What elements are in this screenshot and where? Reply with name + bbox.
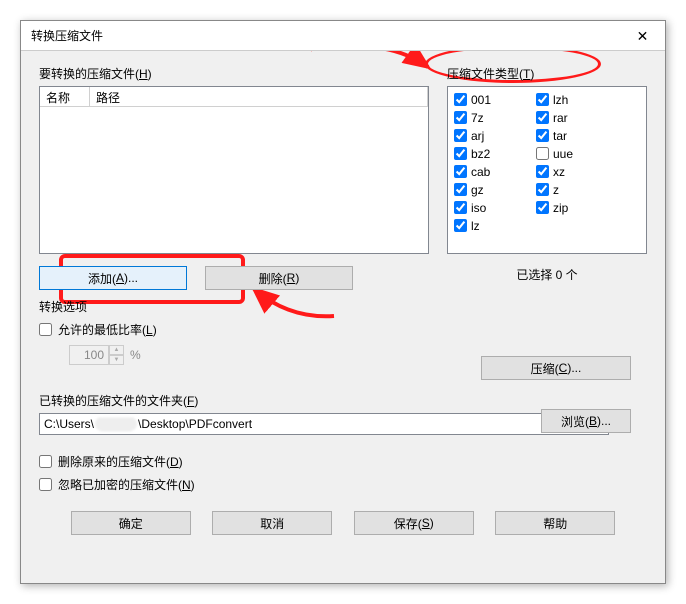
close-button[interactable]: ✕ bbox=[620, 21, 665, 51]
type-checkbox-001[interactable] bbox=[454, 93, 467, 106]
type-label: tar bbox=[553, 129, 567, 143]
type-item-iso[interactable]: iso bbox=[454, 199, 536, 216]
delete-original-checkbox[interactable] bbox=[39, 455, 52, 468]
type-item-zip[interactable]: zip bbox=[536, 199, 618, 216]
type-checkbox-zip[interactable] bbox=[536, 201, 549, 214]
col-path[interactable]: 路径 bbox=[90, 87, 428, 106]
type-label: 001 bbox=[471, 93, 491, 107]
type-checkbox-xz[interactable] bbox=[536, 165, 549, 178]
compression-button[interactable]: 压缩(C)... bbox=[481, 356, 631, 380]
save-button[interactable]: 保存(S) bbox=[354, 511, 474, 535]
type-item-arj[interactable]: arj bbox=[454, 127, 536, 144]
spinner-up[interactable]: ▲ bbox=[109, 345, 124, 355]
type-checkbox-cab[interactable] bbox=[454, 165, 467, 178]
type-label: uue bbox=[553, 147, 573, 161]
type-label: lz bbox=[471, 219, 480, 233]
browse-button[interactable]: 浏览(B)... bbox=[541, 409, 631, 433]
col-name[interactable]: 名称 bbox=[40, 87, 90, 106]
remove-button[interactable]: 删除(R) bbox=[205, 266, 353, 290]
add-button[interactable]: 添加(A)... bbox=[39, 266, 187, 290]
close-icon: ✕ bbox=[637, 28, 649, 45]
convert-archives-dialog: 全选 转换压缩文件 ✕ 要转换的压缩文件(H) 名称 路径 bbox=[20, 20, 666, 584]
min-ratio-label: 允许的最低比率(L) bbox=[58, 321, 157, 338]
type-item-7z[interactable]: 7z bbox=[454, 109, 536, 126]
percent-label: % bbox=[130, 348, 141, 362]
type-checkbox-bz2[interactable] bbox=[454, 147, 467, 160]
type-item-lz[interactable]: lz bbox=[454, 217, 536, 234]
type-checkbox-gz[interactable] bbox=[454, 183, 467, 196]
output-folder-label: 已转换的压缩文件的文件夹(F) bbox=[39, 392, 647, 409]
files-to-convert-label: 要转换的压缩文件(H) bbox=[39, 65, 429, 82]
archive-types-label: 压缩文件类型(T) bbox=[447, 65, 647, 82]
archive-types-box: 001 7z arj bz2 cab gz iso lz lzh rar tar uue xz z zip bbox=[447, 86, 647, 254]
type-label: gz bbox=[471, 183, 484, 197]
type-label: rar bbox=[553, 111, 568, 125]
delete-original-label: 删除原来的压缩文件(D) bbox=[58, 453, 183, 470]
dialog-title: 转换压缩文件 bbox=[31, 27, 103, 44]
type-item-uue[interactable]: uue bbox=[536, 145, 618, 162]
type-item-tar[interactable]: tar bbox=[536, 127, 618, 144]
type-checkbox-rar[interactable] bbox=[536, 111, 549, 124]
min-ratio-checkbox[interactable] bbox=[39, 323, 52, 336]
type-label: z bbox=[553, 183, 559, 197]
type-label: arj bbox=[471, 129, 484, 143]
type-item-z[interactable]: z bbox=[536, 181, 618, 198]
type-checkbox-iso[interactable] bbox=[454, 201, 467, 214]
type-item-bz2[interactable]: bz2 bbox=[454, 145, 536, 162]
redacted-username bbox=[95, 417, 137, 431]
type-checkbox-tar[interactable] bbox=[536, 129, 549, 142]
type-item-lzh[interactable]: lzh bbox=[536, 91, 618, 108]
type-checkbox-z[interactable] bbox=[536, 183, 549, 196]
type-label: lzh bbox=[553, 93, 568, 107]
min-ratio-spinner: ▲ ▼ % bbox=[69, 344, 125, 366]
type-checkbox-7z[interactable] bbox=[454, 111, 467, 124]
selected-count: 已选择 0 个 bbox=[447, 266, 647, 283]
output-path-input[interactable]: C:\Users\\Desktop\PDFconvert bbox=[39, 413, 609, 435]
type-checkbox-uue[interactable] bbox=[536, 147, 549, 160]
type-checkbox-arj[interactable] bbox=[454, 129, 467, 142]
spinner-down[interactable]: ▼ bbox=[109, 355, 124, 365]
type-label: cab bbox=[471, 165, 490, 179]
type-checkbox-lz[interactable] bbox=[454, 219, 467, 232]
type-item-rar[interactable]: rar bbox=[536, 109, 618, 126]
files-listbox[interactable]: 名称 路径 bbox=[39, 86, 429, 254]
type-checkbox-lzh[interactable] bbox=[536, 93, 549, 106]
type-label: zip bbox=[553, 201, 568, 215]
type-item-cab[interactable]: cab bbox=[454, 163, 536, 180]
cancel-button[interactable]: 取消 bbox=[212, 511, 332, 535]
type-item-001[interactable]: 001 bbox=[454, 91, 536, 108]
type-item-xz[interactable]: xz bbox=[536, 163, 618, 180]
listbox-header: 名称 路径 bbox=[40, 87, 428, 107]
type-label: bz2 bbox=[471, 147, 490, 161]
titlebar: 转换压缩文件 ✕ bbox=[21, 21, 665, 51]
type-item-gz[interactable]: gz bbox=[454, 181, 536, 198]
type-label: 7z bbox=[471, 111, 484, 125]
ok-button[interactable]: 确定 bbox=[71, 511, 191, 535]
min-ratio-input[interactable] bbox=[69, 345, 109, 365]
ignore-encrypted-label: 忽略已加密的压缩文件(N) bbox=[58, 476, 195, 493]
type-label: iso bbox=[471, 201, 486, 215]
options-label: 转换选项 bbox=[39, 298, 647, 315]
ignore-encrypted-checkbox[interactable] bbox=[39, 478, 52, 491]
type-label: xz bbox=[553, 165, 565, 179]
help-button[interactable]: 帮助 bbox=[495, 511, 615, 535]
